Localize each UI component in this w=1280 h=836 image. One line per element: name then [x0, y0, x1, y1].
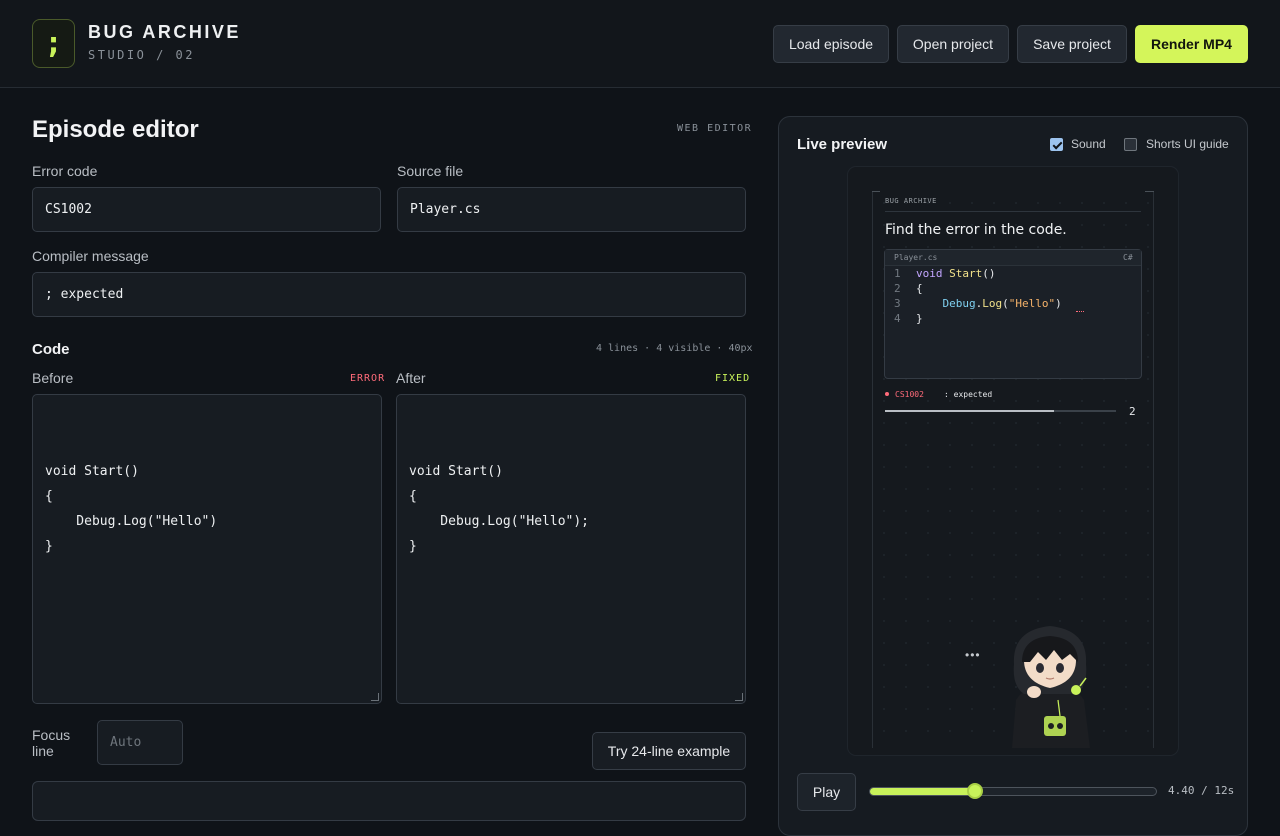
app-header: ; BUG ARCHIVE STUDIO / 02 Load episode O… [0, 0, 1280, 88]
phone-brand: BUG ARCHIVE [885, 197, 937, 205]
resize-handle-icon[interactable] [371, 693, 379, 701]
brand-subtitle: STUDIO / 02 [88, 48, 195, 62]
frame-corner-tl [872, 191, 880, 192]
fixed-tag: FIXED [715, 373, 751, 384]
editor-bottom-panel [32, 781, 746, 821]
render-mp4-button[interactable]: Render MP4 [1135, 25, 1248, 63]
phone-code-line: } [916, 312, 923, 325]
shorts-ui-guide-label: Shorts UI guide [1146, 137, 1229, 151]
timeline-slider[interactable] [869, 787, 1157, 796]
time-readout: 4.40 / 12s [1168, 784, 1235, 797]
phone-code-language: C# [1123, 253, 1133, 262]
phone-line-number: 4 [894, 312, 901, 325]
code-stats: 4 lines · 4 visible · 40px [596, 343, 753, 354]
phone-error-message: : expected [944, 390, 993, 399]
phone-code-filename: Player.cs [894, 253, 938, 262]
error-squiggle [1076, 311, 1084, 312]
try-24-line-example-button[interactable]: Try 24-line example [592, 732, 746, 770]
before-label: Before [32, 370, 74, 386]
hooded-character-icon [1012, 626, 1090, 748]
load-episode-button[interactable]: Load episode [773, 25, 889, 63]
phone-line-number: 2 [894, 282, 901, 295]
error-code-input[interactable]: CS1002 [32, 187, 381, 232]
phone-line-number: 1 [894, 267, 901, 280]
save-project-button[interactable]: Save project [1017, 25, 1127, 63]
focus-line-label-1: Focus [32, 727, 71, 743]
phone-line-number: 3 [894, 297, 901, 310]
timeline-slider-thumb[interactable] [966, 783, 983, 799]
error-tag: ERROR [350, 373, 386, 384]
focus-line-input[interactable]: Auto [97, 720, 183, 765]
phone-count: 2 [1129, 405, 1136, 418]
frame-corner-tr [1145, 191, 1154, 192]
sound-checkbox[interactable] [1050, 138, 1063, 151]
page-title: Episode editor [32, 116, 199, 143]
phone-code-line: void Start() [916, 267, 996, 280]
error-code-label: Error code [32, 163, 98, 179]
brand-logo: ; [32, 19, 75, 68]
phone-progress-track [885, 410, 1116, 412]
open-project-button[interactable]: Open project [897, 25, 1009, 63]
sound-label: Sound [1071, 137, 1106, 151]
phone-error-code: CS1002 [895, 390, 924, 399]
typing-dots-icon: ••• [965, 648, 981, 662]
live-preview-title: Live preview [797, 136, 888, 153]
phone-progress-fill [885, 410, 1054, 412]
compiler-message-label: Compiler message [32, 248, 149, 264]
code-section-title: Code [32, 341, 70, 358]
source-file-label: Source file [397, 163, 464, 179]
before-code-text: void Start() { Debug.Log("Hello") } [45, 464, 218, 554]
phone-code-line: Debug.Log("Hello") [942, 297, 1062, 310]
focus-line-label-2: line [32, 743, 54, 759]
source-file-input[interactable]: Player.cs [397, 187, 746, 232]
before-code-textarea[interactable]: void Start() { Debug.Log("Hello") } [32, 394, 382, 704]
after-code-textarea[interactable]: void Start() { Debug.Log("Hello"); } [396, 394, 746, 704]
play-button[interactable]: Play [797, 773, 856, 811]
web-editor-tag: WEB EDITOR [677, 123, 753, 134]
phone-divider [885, 211, 1141, 212]
resize-handle-icon[interactable] [735, 693, 743, 701]
after-code-text: void Start() { Debug.Log("Hello"); } [409, 464, 590, 554]
phone-question: Find the error in the code. [885, 222, 1067, 238]
error-dot-icon [885, 392, 889, 396]
focus-line-label: Focus line [32, 727, 70, 759]
compiler-message-input[interactable]: ; expected [32, 272, 746, 317]
brand-title: BUG ARCHIVE [88, 22, 241, 42]
shorts-ui-guide-checkbox[interactable] [1124, 138, 1137, 151]
timeline-slider-fill [870, 788, 975, 795]
phone-code-line: { [916, 282, 923, 295]
after-label: After [396, 370, 426, 386]
